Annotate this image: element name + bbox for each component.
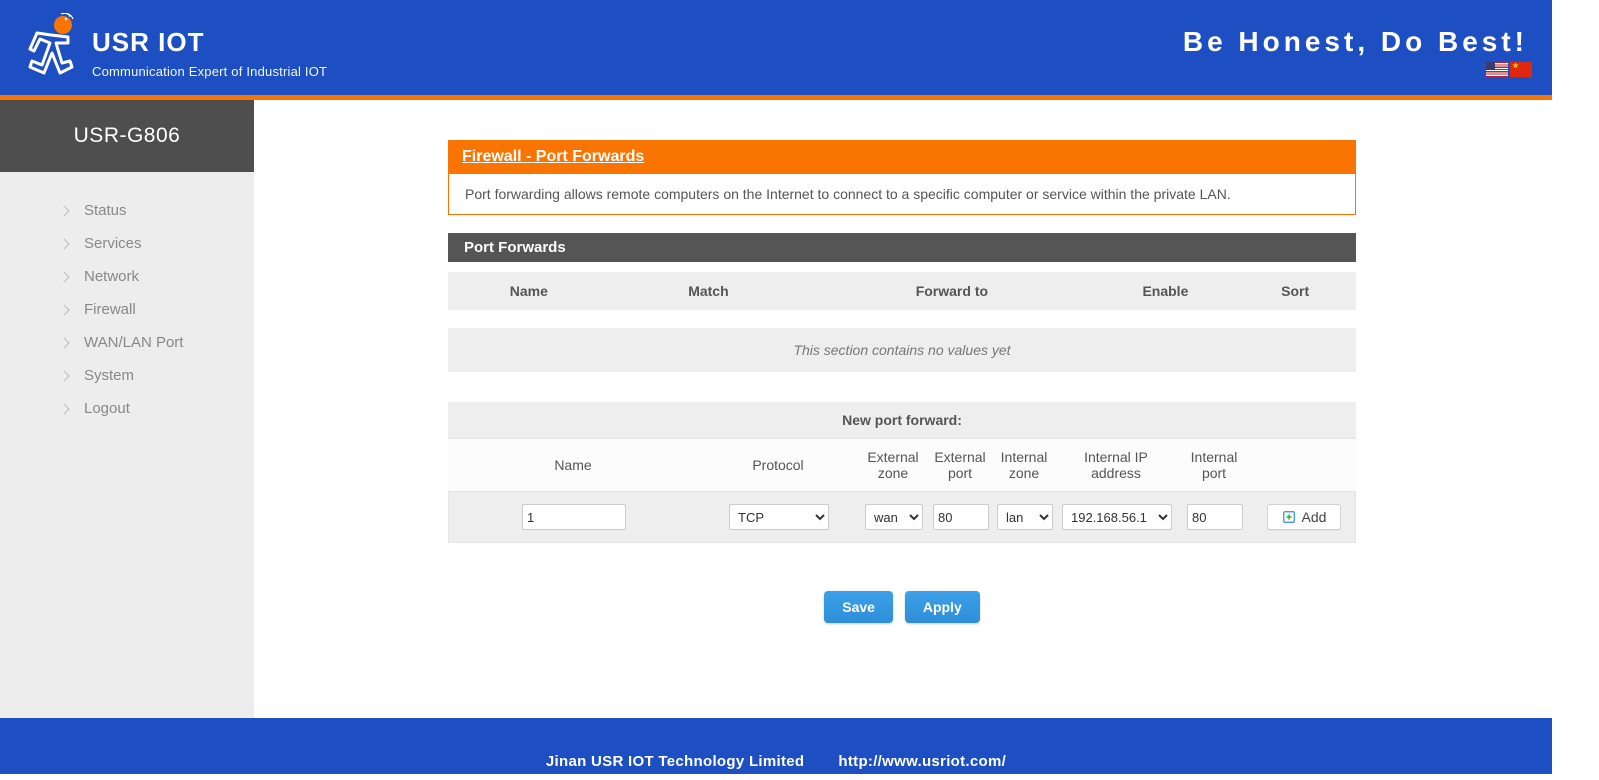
int-port-input[interactable] xyxy=(1187,504,1243,530)
sidebar-item-label: WAN/LAN Port xyxy=(62,334,183,351)
sidebar-item-network[interactable]: Network xyxy=(0,260,254,293)
col-forward-to: Forward to xyxy=(808,283,1095,299)
sidebar-item-services[interactable]: Services xyxy=(0,227,254,260)
brand-title: USR IOT xyxy=(92,27,327,58)
sidebar-item-firewall[interactable]: Firewall xyxy=(0,293,254,326)
sidebar-item-label: System xyxy=(62,367,134,384)
header: USR IOT Communication Expert of Industri… xyxy=(0,0,1552,100)
panel-description: Port forwarding allows remote computers … xyxy=(448,174,1356,215)
table-header-row: Name Match Forward to Enable Sort xyxy=(448,272,1356,310)
sidebar-item-label: Status xyxy=(62,202,127,219)
npf-col-int-zone: Internal zone xyxy=(992,439,1056,491)
protocol-select[interactable]: TCP xyxy=(729,504,829,530)
name-input[interactable] xyxy=(522,504,626,530)
ext-zone-select[interactable]: wan xyxy=(865,504,923,530)
sidebar-item-status[interactable]: Status xyxy=(0,194,254,227)
new-port-forward-title: New port forward: xyxy=(448,402,1356,438)
ext-port-input[interactable] xyxy=(933,504,989,530)
col-name: Name xyxy=(449,283,609,299)
npf-col-protocol: Protocol xyxy=(698,439,858,491)
flag-us-icon[interactable] xyxy=(1486,62,1508,77)
new-port-forward-headers: Name Protocol External zone External por… xyxy=(448,438,1356,491)
flag-cn-icon[interactable] xyxy=(1510,62,1532,77)
npf-col-int-ip: Internal IP address xyxy=(1056,439,1176,491)
col-match: Match xyxy=(609,283,809,299)
footer-url[interactable]: http://www.usriot.com/ xyxy=(838,753,1006,770)
sidebar-item-label: Network xyxy=(62,268,139,285)
npf-col-ext-zone: External zone xyxy=(858,439,928,491)
save-button[interactable]: Save xyxy=(824,591,893,623)
section-title: Port Forwards xyxy=(448,233,1356,262)
add-icon xyxy=(1282,510,1296,524)
sidebar-item-system[interactable]: System xyxy=(0,359,254,392)
content: Firewall - Port Forwards Port forwarding… xyxy=(254,100,1552,718)
sidebar-item-label: Services xyxy=(62,235,142,252)
apply-button[interactable]: Apply xyxy=(905,591,980,623)
slogan: Be Honest, Do Best! xyxy=(1183,26,1528,58)
col-enable: Enable xyxy=(1096,283,1236,299)
brand-subtitle: Communication Expert of Industrial IOT xyxy=(92,64,327,80)
device-name: USR-G806 xyxy=(0,100,254,172)
usr-logo-icon xyxy=(22,13,80,83)
add-button[interactable]: Add xyxy=(1267,504,1342,530)
sidebar-item-wan-lan-port[interactable]: WAN/LAN Port xyxy=(0,326,254,359)
empty-table-text: This section contains no values yet xyxy=(448,328,1356,372)
int-zone-select[interactable]: lan xyxy=(997,504,1053,530)
sidebar-item-label: Logout xyxy=(62,400,130,417)
npf-col-int-port: Internal port xyxy=(1176,439,1252,491)
panel-title: Firewall - Port Forwards xyxy=(448,140,1356,174)
footer-company: Jinan USR IOT Technology Limited xyxy=(546,753,805,770)
footer: Jinan USR IOT Technology Limited http://… xyxy=(0,718,1552,774)
sidebar-item-logout[interactable]: Logout xyxy=(0,392,254,425)
sidebar-item-label: Firewall xyxy=(62,301,136,318)
int-ip-select[interactable]: 192.168.56.1 xyxy=(1062,504,1172,530)
npf-col-ext-port: External port xyxy=(928,439,992,491)
sidebar: USR-G806 Status Services Network Firewal… xyxy=(0,100,254,718)
new-port-forward-inputs: TCP wan lan 192.168.56.1 Add xyxy=(448,491,1356,543)
npf-col-name: Name xyxy=(448,439,698,491)
col-sort: Sort xyxy=(1235,283,1355,299)
